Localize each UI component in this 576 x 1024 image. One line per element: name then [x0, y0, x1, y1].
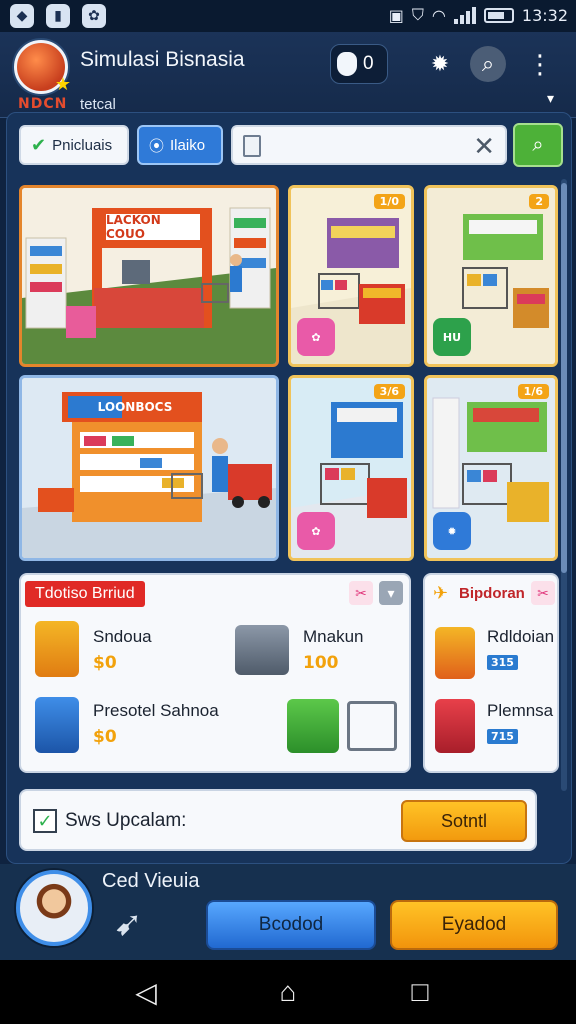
app-header: Simulasi Bisnasia 0 ✹ ⌕ ⋮ NDCN tetcal ▾ [0, 32, 576, 118]
register-item-icon [235, 625, 289, 675]
box-item-icon [35, 697, 79, 753]
home-icon[interactable]: ⌂ [272, 976, 304, 1008]
upgrade-bar: ✓ Sws Upcalam: Sotntl [19, 789, 537, 851]
item-name: Rdldoian [487, 627, 555, 646]
document-icon [243, 135, 261, 157]
store-sign: LOONBOCS [97, 400, 173, 414]
pin-icon[interactable]: ✂ [531, 581, 555, 605]
more-menu-icon[interactable]: ⋮ [522, 46, 558, 82]
app-logo[interactable] [14, 40, 71, 95]
primary-orange-button[interactable]: Eyadod [390, 900, 558, 950]
shop-tile-6[interactable]: 1/6 ✹ [424, 375, 558, 561]
scrollbar[interactable] [561, 179, 567, 791]
tile-badge: 2 [529, 194, 549, 209]
shop-item-2[interactable]: Mnakun 100 [303, 627, 363, 673]
system-nav-bar: ◁ ⌂ □ [0, 960, 576, 1024]
item-price: 100 [303, 653, 339, 673]
image-notification-icon: ▮ [46, 4, 70, 28]
sim-icon: ▣ [388, 5, 404, 25]
shop-item-3[interactable]: Presotel Sahnoa $0 [93, 701, 219, 747]
gear-badge-icon: ✹ [433, 512, 471, 550]
search-box[interactable]: ✕ [231, 125, 507, 165]
back-icon[interactable]: ◁ [130, 976, 162, 1008]
tag-button-label: Ilaiko [170, 136, 206, 154]
settings-notification-icon: ✿ [82, 4, 106, 28]
basket-icon: HU [433, 318, 471, 356]
wrench-icon[interactable]: ➹ [114, 904, 154, 943]
pin-icon[interactable]: ✂ [349, 581, 373, 605]
item-price: 715 [487, 729, 518, 744]
bookmark-icon[interactable]: ▾ [379, 581, 403, 605]
item-name: Presotel Sahnoa [93, 701, 219, 720]
tile-badge: 1/0 [373, 194, 405, 209]
cart-icon [347, 701, 397, 751]
recents-icon[interactable]: □ [404, 976, 436, 1008]
leaf-icon: ✔ [31, 134, 47, 155]
item-name: Sndoua [93, 627, 152, 646]
upgrade-checkbox[interactable]: ✓ [33, 809, 57, 833]
store-tile-large-2[interactable]: LOONBOCS [19, 375, 279, 561]
filter-button-label: Pnicluais [52, 136, 113, 154]
book-item-icon [435, 699, 475, 753]
tile-badge: 1/6 [517, 384, 549, 399]
shield-status-icon: ⛉ [411, 5, 424, 24]
search-icon[interactable]: ⌕ [470, 46, 506, 82]
upgrade-label: Sws Upcalam: [65, 810, 187, 831]
shop-tile-2[interactable]: 1/0 ✿ [288, 185, 414, 367]
player-name: Ced Vieuia [102, 870, 200, 892]
tag-button[interactable]: ⦿ Ilaiko [137, 125, 223, 165]
main-panel: ✔ Pnicluais ⦿ Ilaiko ✕ ⌕ LACKON COUO 1/0… [6, 112, 572, 864]
coin-value: 0 [363, 53, 374, 74]
avatar[interactable] [16, 870, 92, 946]
chevron-down-icon[interactable]: ▾ [547, 90, 554, 107]
clear-icon[interactable]: ✕ [473, 131, 495, 162]
settings-gear-icon[interactable]: ✹ [422, 46, 458, 82]
signal-icon [453, 6, 476, 24]
shop-tile-5[interactable]: 3/6 ✿ [288, 375, 414, 561]
side-item-1[interactable]: Rdldoian 315 [487, 627, 554, 671]
item-price: $0 [93, 653, 117, 673]
store-tile-large[interactable]: LACKON COUO [19, 185, 279, 367]
side-item-2[interactable]: Plemnsa 715 [487, 701, 553, 745]
subtitle-right: tetcal [80, 96, 116, 113]
item-price: 315 [487, 655, 518, 670]
app-title: Simulasi Bisnasia [80, 48, 245, 71]
flower-icon: ✿ [297, 512, 335, 550]
item-price: $0 [93, 727, 117, 747]
search-go-button[interactable]: ⌕ [513, 123, 563, 167]
store-sign: LACKON COUO [106, 213, 161, 241]
subtitle-left: NDCN [18, 96, 68, 112]
wifi-icon: ◠ [431, 5, 446, 25]
side-card: ✈ Bipdoran ✂ Rdldoian 315 Plemnsa 715 [423, 573, 559, 773]
battery-icon [483, 7, 514, 23]
tile-badge: 3/6 [373, 384, 405, 399]
upgrade-button[interactable]: Sotntl [401, 800, 527, 842]
shelf-item-icon [35, 621, 79, 677]
side-card-title: Bipdoran [459, 585, 525, 602]
coin-counter[interactable]: 0 [330, 44, 388, 84]
green-box-icon [287, 699, 339, 753]
app-notification-icon: ◆ [10, 4, 34, 28]
search-input[interactable] [269, 132, 469, 158]
filter-button[interactable]: ✔ Pnicluais [19, 125, 129, 165]
status-bar: ◆ ▮ ✿ ▣ ⛉ ◠ 13:32 [0, 0, 576, 32]
shop-item-1[interactable]: Sndoua $0 [93, 627, 152, 673]
tag-icon: ⦿ [149, 137, 165, 155]
item-name: Mnakun [303, 627, 364, 646]
toolbar: ✔ Pnicluais ⦿ Ilaiko ✕ ⌕ [17, 123, 563, 169]
item-name: Plemnsa [487, 701, 554, 720]
plane-icon: ✈ [433, 583, 449, 603]
drawer-item-icon [435, 627, 475, 679]
shop-card-title: Tdotiso Brriud [25, 581, 145, 607]
shop-tile-3[interactable]: 2 HU [424, 185, 558, 367]
shield-icon [337, 52, 357, 76]
primary-blue-button[interactable]: Bcodod [206, 900, 376, 950]
bottom-bar: Ced Vieuia ➹ Bcodod Eyadod [0, 864, 576, 960]
status-time: 13:32 [521, 5, 568, 25]
shop-card: Tdotiso Brriud ✂ ▾ Sndoua $0 Mnakun 100 … [19, 573, 411, 773]
flower-icon: ✿ [297, 318, 335, 356]
